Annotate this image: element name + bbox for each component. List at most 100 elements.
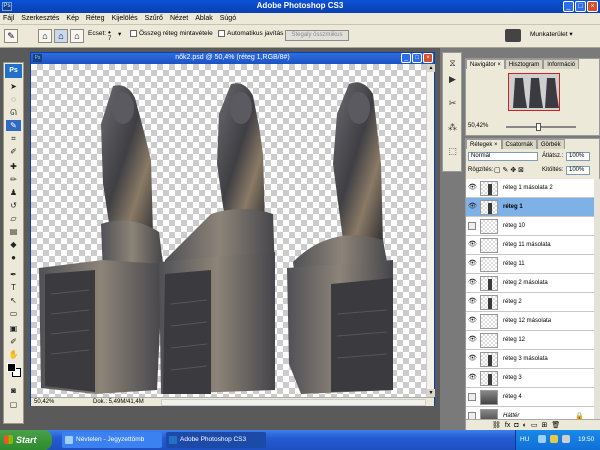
sample-all-checkbox-wrap[interactable]: Összeg réteg mintavétele <box>130 30 213 37</box>
menu-select[interactable]: Kijelölés <box>112 15 138 22</box>
menu-window[interactable]: Ablak <box>195 15 213 22</box>
menu-edit[interactable]: Szerkesztés <box>21 15 59 22</box>
start-button[interactable]: Start <box>0 430 52 450</box>
eye-icon[interactable]: 👁 <box>468 317 477 325</box>
fill-input[interactable]: 100% <box>566 166 590 175</box>
vertical-scrollbar[interactable]: ▲ ▼ <box>426 64 435 397</box>
navigator-thumbnail[interactable] <box>508 73 560 111</box>
quick-select-tool-icon[interactable]: ✎ <box>6 120 21 131</box>
tray-icon-2[interactable] <box>550 435 558 443</box>
image-canvas[interactable] <box>31 64 426 397</box>
notes-tool-icon[interactable]: ▣ <box>6 323 21 334</box>
maximize-button[interactable]: □ <box>575 1 586 12</box>
quick-mask-icon[interactable]: ◙ <box>6 385 21 396</box>
lock-icons[interactable]: ▢ ✎ ✥ ⊠ <box>494 166 524 174</box>
horizontal-scrollbar[interactable] <box>161 399 426 406</box>
type-tool-icon[interactable]: T <box>6 282 21 293</box>
layer-row[interactable]: 👁 réteg 11 másolata <box>466 236 594 255</box>
eyedropper-tool-icon[interactable]: ✐ <box>6 146 21 157</box>
layer-row[interactable]: 👁 réteg 12 <box>466 331 594 350</box>
brush-tool-icon[interactable]: ✏ <box>6 174 21 185</box>
tool-preset-icon[interactable]: ✎ <box>4 29 18 43</box>
document-close-button[interactable]: × <box>423 53 433 63</box>
tab-navigator[interactable]: Navigátor × <box>466 59 505 69</box>
marquee-tool-icon[interactable]: ◌ <box>6 94 21 105</box>
scroll-up-icon[interactable]: ▲ <box>427 64 435 72</box>
adjustment-layer-icon[interactable]: ◐ <box>523 422 527 429</box>
eye-icon[interactable]: 👁 <box>468 203 477 211</box>
eye-icon[interactable]: 👁 <box>468 374 477 382</box>
tab-histogram[interactable]: Hisztogram <box>504 59 544 69</box>
clone-source-panel-icon[interactable]: ⬚ <box>446 145 459 158</box>
pen-tool-icon[interactable]: ✒ <box>6 269 21 280</box>
hand-tool-icon[interactable]: ✋ <box>6 349 21 360</box>
layer-row[interactable]: 👁 réteg 1 másolata 2 <box>466 179 594 198</box>
navigator-zoom-slider[interactable] <box>506 123 576 131</box>
tray-icon-1[interactable] <box>538 435 546 443</box>
document-title-bar[interactable]: Ps nők2.psd @ 50,4% (réteg 1,RGB/8#) _ □… <box>31 53 434 64</box>
brush-picker-chevron-icon[interactable]: ▾ <box>118 30 121 38</box>
history-panel-icon[interactable]: ⧖ <box>446 57 459 70</box>
auto-enhance-checkbox-wrap[interactable]: Automatikus javítás <box>218 30 283 37</box>
tab-channels[interactable]: Csatornák <box>501 139 537 149</box>
foreground-color-swatch[interactable] <box>7 363 16 372</box>
new-group-icon[interactable]: ▭ <box>531 421 538 429</box>
language-indicator[interactable]: HU <box>520 436 529 443</box>
layer-row[interactable]: réteg 4 <box>466 388 594 407</box>
shape-tool-icon[interactable]: ▭ <box>6 308 21 319</box>
task-photoshop[interactable]: Adobe Photoshop CS3 <box>166 432 266 448</box>
gradient-tool-icon[interactable]: ▤ <box>6 226 21 237</box>
move-tool-icon[interactable]: ➤ <box>6 81 21 92</box>
tab-paths[interactable]: Görbék <box>536 139 565 149</box>
visibility-toggle[interactable] <box>468 222 476 230</box>
zoom-slider-handle[interactable] <box>536 123 541 131</box>
layer-mask-icon[interactable]: ◘ <box>514 422 518 429</box>
menu-file[interactable]: Fájl <box>3 15 14 22</box>
workspace-menu[interactable]: Munkaterület ▾ <box>530 30 573 38</box>
history-brush-tool-icon[interactable]: ↺ <box>6 200 21 211</box>
menu-filter[interactable]: Szűrő <box>145 15 163 22</box>
document-info[interactable]: Dok.: 5,49M/41,4M <box>93 399 144 405</box>
layer-style-icon[interactable]: fx <box>505 422 510 429</box>
close-button[interactable]: × <box>587 1 598 12</box>
delete-layer-icon[interactable]: 🗑 <box>551 421 560 429</box>
document-maximize-button[interactable]: □ <box>412 53 422 63</box>
layer-row[interactable]: 👁 réteg 1 <box>466 198 594 217</box>
menu-layer[interactable]: Réteg <box>86 15 105 22</box>
layer-row[interactable]: 👁 réteg 3 <box>466 369 594 388</box>
task-notepad[interactable]: Névtelen - Jegyzettömb <box>62 432 162 448</box>
tool-presets-panel-icon[interactable]: ✂ <box>446 97 459 110</box>
eye-icon[interactable]: 👁 <box>468 279 477 287</box>
menu-help[interactable]: Súgó <box>220 15 236 22</box>
brush-size[interactable]: 7 <box>108 36 111 42</box>
layer-row[interactable]: Háttér 🔒 <box>466 407 594 419</box>
tab-layers[interactable]: Rétegek × <box>466 139 502 149</box>
dodge-tool-icon[interactable]: ● <box>6 252 21 263</box>
menu-image[interactable]: Kép <box>66 15 78 22</box>
layer-row[interactable]: 👁 réteg 2 másolata <box>466 274 594 293</box>
eyedropper2-tool-icon[interactable]: ✐ <box>6 336 21 347</box>
layer-row[interactable]: réteg 10 <box>466 217 594 236</box>
new-layer-icon[interactable]: ⊞ <box>541 421 547 429</box>
blend-mode-select[interactable]: Normál <box>468 152 538 161</box>
layer-row[interactable]: 👁 réteg 11 <box>466 255 594 274</box>
zoom-level[interactable]: 50,42% <box>34 399 54 405</box>
minimize-button[interactable]: _ <box>563 1 574 12</box>
layer-row[interactable]: 👁 réteg 3 másolata <box>466 350 594 369</box>
brush-mode-sub-icon[interactable]: ⌂ <box>70 29 84 43</box>
eye-icon[interactable]: 👁 <box>468 260 477 268</box>
blur-tool-icon[interactable]: ◆ <box>6 239 21 250</box>
layer-list-scrollbar[interactable] <box>594 179 600 419</box>
link-layers-icon[interactable]: ⛓ <box>492 421 501 429</box>
layer-row[interactable]: 👁 réteg 12 másolata <box>466 312 594 331</box>
eye-icon[interactable]: 👁 <box>468 298 477 306</box>
tray-icon-3[interactable] <box>562 435 570 443</box>
opacity-input[interactable]: 100% <box>566 152 590 161</box>
menu-view[interactable]: Nézet <box>170 15 188 22</box>
healing-tool-icon[interactable]: ✚ <box>6 161 21 172</box>
visibility-toggle[interactable] <box>468 393 476 401</box>
brush-mode-add-icon[interactable]: ⌂ <box>54 29 68 43</box>
path-select-tool-icon[interactable]: ↖ <box>6 295 21 306</box>
refine-edge-button[interactable]: Stegaly összmiikus <box>285 30 349 41</box>
brushes-panel-icon[interactable]: ⁂ <box>446 121 459 134</box>
